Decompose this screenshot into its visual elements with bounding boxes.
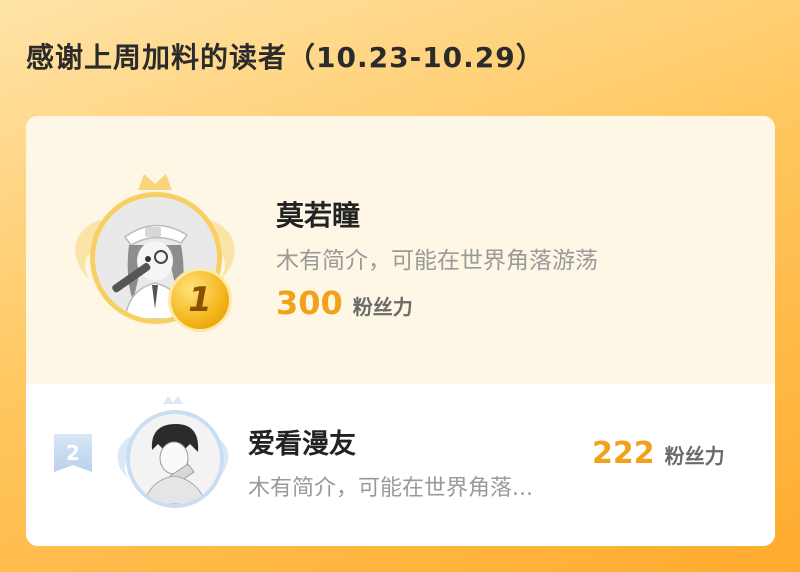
- leaderboard-card: 1 莫若瞳 木有简介，可能在世界角落游荡 300 粉丝力 2 爱看漫友 木有简介…: [26, 116, 775, 546]
- fans-score: 222 粉丝力: [592, 436, 725, 471]
- manga-boy-avatar-icon: [130, 414, 220, 504]
- fans-unit: 粉丝力: [352, 295, 413, 319]
- gold-medal-icon: 1: [168, 268, 232, 332]
- avatar[interactable]: [126, 410, 224, 508]
- reader-name[interactable]: 爱看漫友: [248, 422, 356, 461]
- leaderboard-row-2[interactable]: 2 爱看漫友 木有简介，可能在世界角落... 222 粉丝力: [26, 384, 775, 546]
- fans-unit: 粉丝力: [664, 444, 725, 468]
- reader-intro: 木有简介，可能在世界角落...: [248, 476, 533, 501]
- fans-value: 222: [592, 436, 655, 471]
- reader-name[interactable]: 莫若瞳: [276, 194, 360, 234]
- leaderboard-row-1[interactable]: 1 莫若瞳 木有简介，可能在世界角落游荡 300 粉丝力: [26, 116, 775, 384]
- rank-badge-icon: 2: [54, 434, 92, 472]
- fans-value: 300: [276, 284, 343, 322]
- reader-intro: 木有简介，可能在世界角落游荡: [276, 248, 598, 274]
- page-title: 感谢上周加料的读者（10.23-10.29）: [26, 41, 545, 74]
- fans-score: 300 粉丝力: [276, 284, 413, 322]
